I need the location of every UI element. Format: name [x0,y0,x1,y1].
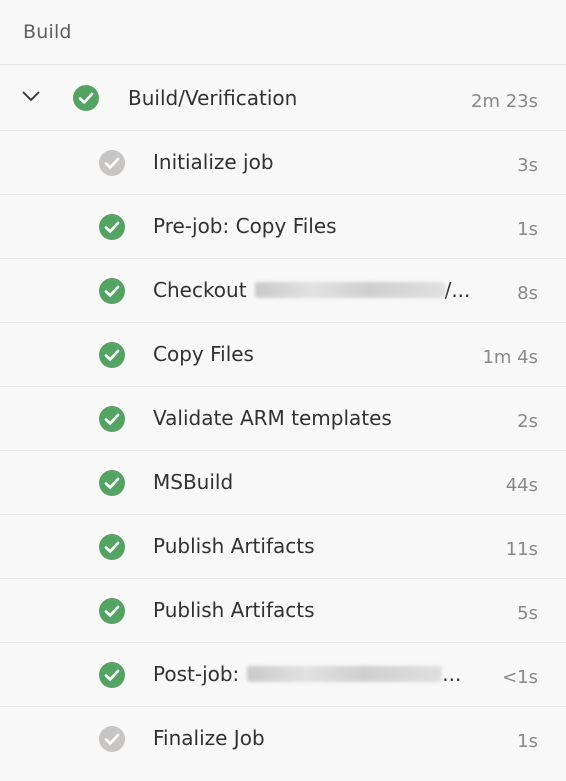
steps-list: Initialize job 3s Pre-job: Copy Files 1s Che… [0,131,566,772]
step-row[interactable]: Finalize Job 1s [0,707,566,772]
step-name: Validate ARM templates [153,406,392,430]
step-row[interactable]: Pre-job: Copy Files 1s [0,195,566,259]
build-log-panel: Build Build/Verification 2m 23s Initiali… [0,0,566,781]
redacted-text [254,282,445,298]
step-name-text: Initialize job [153,150,274,174]
redacted-text [247,666,443,682]
chevron-down-icon[interactable] [21,89,41,103]
check-circle-icon [99,534,125,560]
step-name-text: Pre-job: Copy Files [153,214,337,238]
step-name-suffix: ... [442,662,462,686]
check-circle-icon [99,214,125,240]
step-name: Checkout /... [153,278,470,302]
check-circle-icon [99,406,125,432]
step-duration: 8s [517,283,538,304]
step-duration: 44s [505,475,538,496]
check-circle-icon [99,598,125,624]
step-name-text: Finalize Job [153,726,265,750]
step-row[interactable]: Publish Artifacts 11s [0,515,566,579]
step-duration: 5s [517,603,538,624]
step-name: Publish Artifacts [153,598,315,622]
step-name: Finalize Job [153,726,265,750]
step-name-text: Checkout [153,278,247,302]
section-title: Build [23,21,72,43]
step-name: Copy Files [153,342,254,366]
step-name: Initialize job [153,150,274,174]
step-name-text: Publish Artifacts [153,598,315,622]
check-circle-icon [99,342,125,368]
step-duration: 1m 4s [482,347,538,368]
step-name-text: Publish Artifacts [153,534,315,558]
step-row[interactable]: MSBuild 44s [0,451,566,515]
step-name: MSBuild [153,470,233,494]
check-circle-icon [99,278,125,304]
step-name: Pre-job: Copy Files [153,214,337,238]
job-duration: 2m 23s [471,91,538,112]
step-row[interactable]: Copy Files 1m 4s [0,323,566,387]
step-row[interactable]: Validate ARM templates 2s [0,387,566,451]
check-circle-gray-icon [99,726,125,752]
step-name-text: Validate ARM templates [153,406,392,430]
step-name-suffix: /... [444,278,471,302]
step-duration: 3s [517,155,538,176]
step-name: Publish Artifacts [153,534,315,558]
step-duration: 1s [517,731,538,752]
check-circle-gray-icon [99,150,125,176]
step-name: Post-job:... [153,662,461,686]
step-duration: 11s [505,539,538,560]
step-row[interactable]: Post-job:... <1s [0,643,566,707]
check-circle-icon [99,662,125,688]
check-circle-icon [73,85,99,111]
section-header: Build [0,0,566,65]
step-duration: 2s [517,411,538,432]
job-name: Build/Verification [128,86,298,110]
step-name-text: MSBuild [153,470,234,494]
check-circle-icon [99,470,125,496]
step-row[interactable]: Checkout /... 8s [0,259,566,323]
step-duration: 1s [517,219,538,240]
step-row[interactable]: Initialize job 3s [0,131,566,195]
step-row[interactable]: Publish Artifacts 5s [0,579,566,643]
step-name-text: Post-job: [153,662,240,686]
step-duration: <1s [502,667,538,688]
job-row-build-verification[interactable]: Build/Verification 2m 23s [0,65,566,131]
step-name-text: Copy Files [153,342,254,366]
